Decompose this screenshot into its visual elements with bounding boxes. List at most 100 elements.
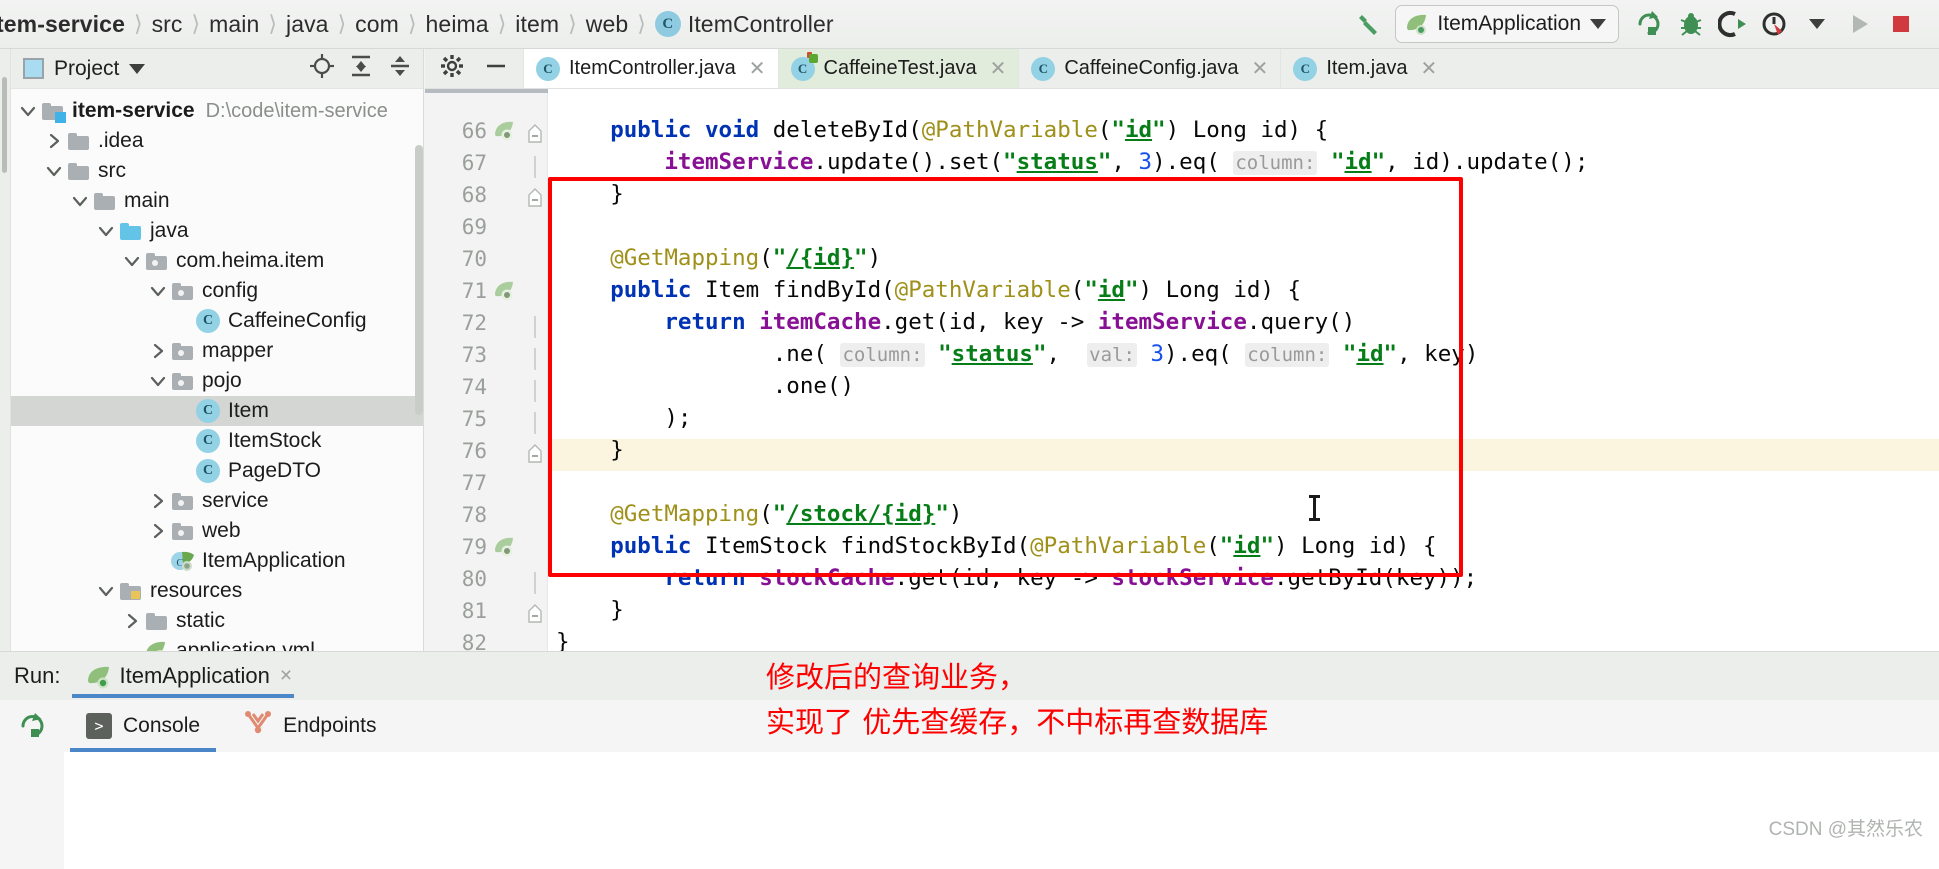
chevron-down-icon[interactable] [69, 190, 91, 212]
editor-tab-item[interactable]: C Item.java ✕ [1280, 49, 1449, 88]
tree-node--idea[interactable]: .idea [11, 126, 423, 156]
tree-node-service[interactable]: service [11, 486, 423, 516]
line-number: 73 [461, 343, 487, 367]
breadcrumb-item-item[interactable]: item [509, 11, 565, 38]
console-tab[interactable]: > Console [64, 700, 222, 752]
code-fold-icon[interactable] [527, 188, 544, 210]
expand-all-icon[interactable] [348, 53, 374, 84]
hammer-icon[interactable] [1349, 4, 1389, 44]
breadcrumb-item-java[interactable]: java [280, 11, 335, 38]
chevron-right-icon[interactable] [121, 610, 143, 632]
breadcrumb-item-heima[interactable]: heima [420, 11, 495, 38]
chevron-down-icon[interactable] [147, 370, 169, 392]
chevron-down-icon[interactable] [121, 250, 143, 272]
code-fold-icon[interactable] [527, 412, 544, 434]
settings-gear-icon[interactable] [439, 53, 465, 84]
profiler-dropdown-icon[interactable] [1797, 4, 1837, 44]
run-configuration-selector[interactable]: ItemApplication [1395, 5, 1619, 43]
console-output[interactable] [0, 752, 1939, 869]
tree-node-mapper[interactable]: mapper [11, 336, 423, 366]
rerun-icon[interactable] [1629, 4, 1669, 44]
close-icon[interactable]: ✕ [1252, 56, 1269, 81]
locate-icon[interactable] [309, 53, 335, 84]
line-number: 72 [461, 311, 487, 335]
minimize-icon[interactable] [483, 53, 509, 84]
chevron-down-icon[interactable] [95, 580, 117, 602]
tree-node-com-heima-item[interactable]: com.heima.item [11, 246, 423, 276]
collapse-all-icon[interactable] [387, 53, 413, 84]
editor-tab-itemcontroller[interactable]: C ItemController.java ✕ [523, 49, 778, 88]
tree-node-item-service[interactable]: item-service D:\code\item-service [11, 96, 423, 126]
code-fold-icon[interactable] [527, 572, 544, 594]
tree-node-icon: C [195, 429, 221, 453]
tree-node-itemapplication[interactable]: C ItemApplication [11, 546, 423, 576]
tree-node-itemstock[interactable]: C ItemStock [11, 426, 423, 456]
run-icon[interactable] [1839, 4, 1879, 44]
breadcrumb-separator-icon: ⟩ [637, 11, 646, 36]
tree-node-main[interactable]: main [11, 186, 423, 216]
rerun-icon[interactable] [0, 710, 64, 742]
code-fold-icon[interactable] [527, 604, 544, 626]
code-fold-icon[interactable] [527, 348, 544, 370]
tree-node-static[interactable]: static [11, 606, 423, 636]
code-fold-icon[interactable] [527, 316, 544, 338]
profiler-icon[interactable] [1755, 4, 1795, 44]
editor-tab-caffeineconfig[interactable]: C CaffeineConfig.java ✕ [1018, 49, 1280, 88]
code-text: public void deleteById(@PathVariable("id… [548, 89, 1939, 651]
stop-icon[interactable] [1881, 4, 1921, 44]
run-coverage-icon[interactable] [1713, 4, 1753, 44]
spring-endpoint-gutter-icon[interactable] [493, 536, 517, 560]
chevron-right-icon[interactable] [147, 340, 169, 362]
left-tool-strip [0, 49, 11, 651]
tree-node-resources[interactable]: resources [11, 576, 423, 606]
breadcrumb-item-class[interactable]: C ItemController [649, 11, 840, 38]
close-icon[interactable]: ✕ [990, 56, 1007, 81]
tree-node-caffeineconfig[interactable]: C CaffeineConfig [11, 306, 423, 336]
code-fold-icon[interactable] [527, 444, 544, 466]
tree-node-icon [169, 492, 195, 510]
editor-tab-caffeinetest[interactable]: C CaffeineTest.java ✕ [777, 49, 1019, 88]
line-number: 81 [461, 599, 487, 623]
editor-gutter[interactable]: 66 67 68 69 70 71 72 73 74 75 76 77 78 79 80 81 82 [425, 89, 548, 651]
spring-endpoint-gutter-icon[interactable] [493, 280, 517, 304]
close-icon[interactable]: × [280, 664, 292, 688]
chevron-down-icon[interactable] [147, 280, 169, 302]
tree-node-java[interactable]: java [11, 216, 423, 246]
code-fold-icon[interactable] [527, 124, 544, 146]
tree-node-item[interactable]: C Item [11, 396, 423, 426]
tree-node-label: static [176, 609, 226, 632]
code-fold-icon[interactable] [527, 380, 544, 402]
close-icon[interactable]: ✕ [1420, 56, 1437, 81]
code-fold-icon[interactable] [527, 156, 544, 178]
scrollbar-thumb[interactable] [2, 77, 7, 173]
chevron-down-icon[interactable] [17, 100, 39, 122]
chevron-down-icon[interactable] [129, 63, 146, 74]
breadcrumb-item-src[interactable]: src [146, 11, 189, 38]
code-line: .ne( column: "status", val: 3).eq( colum… [772, 341, 1479, 367]
tree-node-pagedto[interactable]: C PageDTO [11, 456, 423, 486]
chevron-down-icon[interactable] [43, 160, 65, 182]
debug-bug-icon[interactable] [1671, 4, 1711, 44]
chevron-right-icon[interactable] [147, 490, 169, 512]
chevron-right-icon[interactable] [147, 520, 169, 542]
tree-node-label: resources [150, 579, 243, 602]
chevron-right-icon[interactable] [43, 130, 65, 152]
tree-node-pojo[interactable]: pojo [11, 366, 423, 396]
tree-node-icon: C [195, 399, 221, 423]
chevron-down-icon[interactable] [95, 220, 117, 242]
line-number: 71 [461, 279, 487, 303]
run-tab-itemapplication[interactable]: ItemApplication × [72, 652, 306, 700]
tree-node-web[interactable]: web [11, 516, 423, 546]
tree-node-config[interactable]: config [11, 276, 423, 306]
endpoints-tab[interactable]: Endpoints [222, 700, 398, 752]
breadcrumb-item-web[interactable]: web [580, 11, 635, 38]
breadcrumb-item-project[interactable]: tem-service [0, 11, 131, 38]
breadcrumb-item-main[interactable]: main [203, 11, 265, 38]
spring-endpoint-gutter-icon[interactable] [493, 120, 517, 144]
project-scrollbar-thumb[interactable] [415, 145, 423, 415]
code-editor[interactable]: 66 67 68 69 70 71 72 73 74 75 76 77 78 79 80 81 82 publi… [425, 89, 1939, 651]
tree-node-src[interactable]: src [11, 156, 423, 186]
close-icon[interactable]: ✕ [749, 56, 766, 81]
breadcrumb-item-com[interactable]: com [349, 11, 405, 38]
breadcrumb-separator-icon: ⟩ [191, 11, 201, 36]
